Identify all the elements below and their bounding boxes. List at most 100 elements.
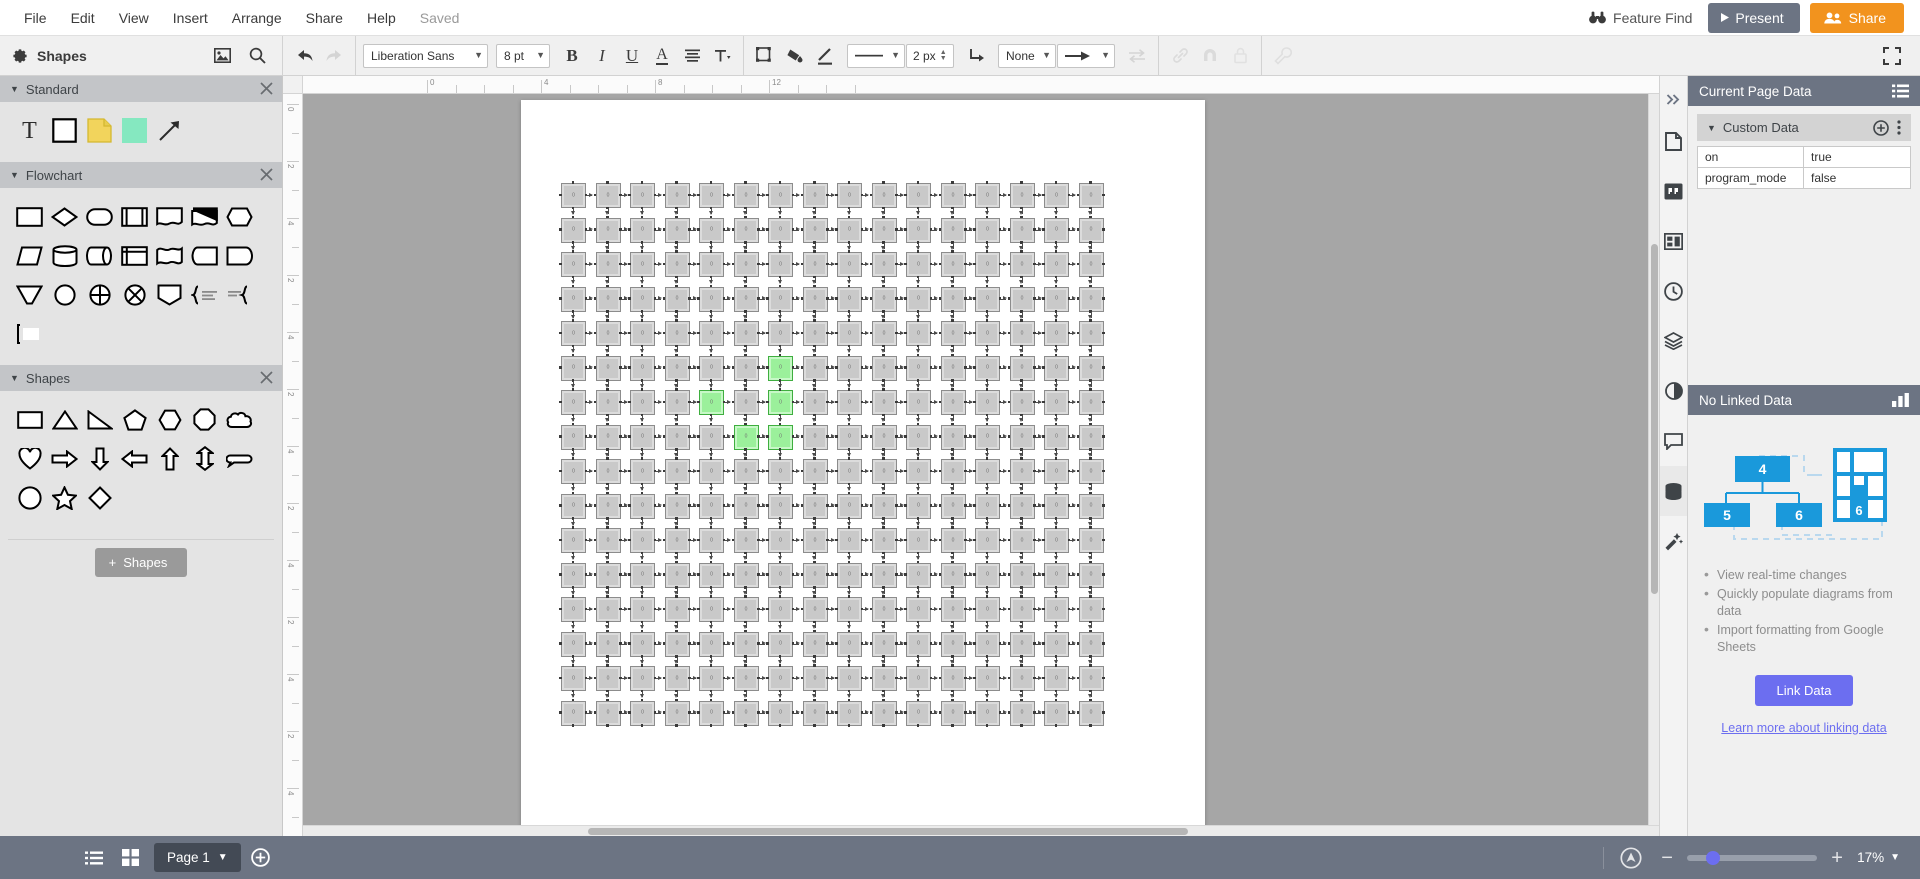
- insert-image-icon[interactable]: [209, 43, 235, 69]
- comments-quote-icon[interactable]: [1660, 166, 1688, 216]
- connection-point[interactable]: [709, 724, 713, 727]
- connection-point[interactable]: [766, 607, 769, 611]
- grid-cell-inactive[interactable]: 0: [733, 562, 759, 588]
- connection-point[interactable]: [1020, 284, 1023, 288]
- menu-item-insert[interactable]: Insert: [161, 5, 220, 31]
- grid-cell-inactive[interactable]: 0: [1009, 321, 1035, 346]
- connection-point[interactable]: [835, 538, 838, 542]
- grid-cell-inactive[interactable]: 0: [561, 597, 586, 622]
- connection-point[interactable]: [835, 193, 838, 197]
- grid-cell[interactable]: 0: [867, 523, 904, 560]
- grid-cell-inactive[interactable]: 0: [595, 183, 621, 208]
- grid-cell-inactive[interactable]: 0: [1009, 286, 1035, 312]
- grid-cell[interactable]: 0: [832, 696, 869, 731]
- grid-cell-inactive[interactable]: 0: [561, 666, 586, 691]
- shape-extract[interactable]: [152, 275, 187, 314]
- connection-point[interactable]: [916, 629, 920, 633]
- grid-cell[interactable]: 0: [970, 385, 1007, 422]
- connection-point[interactable]: [709, 698, 713, 702]
- grid-cell[interactable]: 0: [591, 627, 628, 664]
- edge-style-button[interactable]: [962, 42, 990, 70]
- connection-point[interactable]: [1020, 560, 1023, 564]
- connection-point[interactable]: [559, 331, 562, 335]
- grid-cell[interactable]: 0: [591, 696, 628, 731]
- grid-cell-inactive[interactable]: 0: [975, 424, 1000, 450]
- grid-cell-inactive[interactable]: 0: [561, 493, 586, 519]
- grid-cell[interactable]: 0: [901, 316, 938, 353]
- grid-cell-inactive[interactable]: 0: [1044, 493, 1069, 519]
- grid-cell-inactive[interactable]: 0: [906, 252, 931, 277]
- connection-point[interactable]: [951, 560, 954, 564]
- connection-point[interactable]: [1076, 297, 1080, 300]
- connection-point[interactable]: [744, 560, 747, 564]
- grid-cell-inactive[interactable]: 0: [837, 286, 862, 312]
- zoom-slider[interactable]: [1687, 850, 1818, 865]
- grid-cell-inactive[interactable]: 0: [630, 390, 655, 415]
- grid-cell[interactable]: 0: [832, 420, 869, 457]
- grid-cell-inactive[interactable]: 0: [699, 666, 724, 691]
- section-header-standard[interactable]: ▼ Standard: [0, 76, 282, 102]
- grid-cell-inactive[interactable]: 0: [595, 424, 621, 450]
- grid-cell[interactable]: 0: [901, 420, 938, 457]
- grid-cell[interactable]: 0: [729, 454, 766, 491]
- connection-point[interactable]: [847, 250, 851, 253]
- grid-cell-inactive[interactable]: 0: [595, 217, 621, 243]
- grid-cell-inactive[interactable]: 0: [768, 666, 793, 691]
- connection-point[interactable]: [813, 181, 816, 184]
- grid-cell[interactable]: 0: [901, 213, 938, 250]
- grid-cell[interactable]: 0: [1074, 454, 1109, 491]
- grid-cell-inactive[interactable]: 0: [871, 252, 897, 277]
- grid-cell[interactable]: 0: [694, 213, 731, 250]
- connection-point[interactable]: [882, 215, 885, 219]
- connection-point[interactable]: [882, 629, 885, 633]
- grid-cell[interactable]: 0: [798, 627, 835, 664]
- connection-point[interactable]: [951, 664, 954, 667]
- grid-cell[interactable]: 0: [867, 454, 904, 491]
- grid-cell-inactive[interactable]: 0: [1044, 562, 1069, 588]
- connection-point[interactable]: [571, 388, 575, 391]
- connection-point[interactable]: [1054, 491, 1058, 495]
- grid-cell-inactive[interactable]: 0: [1044, 424, 1069, 450]
- connection-point[interactable]: [662, 711, 666, 714]
- grid-cell[interactable]: 0: [763, 213, 800, 250]
- connection-point[interactable]: [628, 573, 631, 576]
- grid-cell[interactable]: 0: [625, 247, 662, 284]
- grid-cell-inactive[interactable]: 0: [1078, 321, 1104, 346]
- connection-point[interactable]: [675, 181, 678, 184]
- grid-cell[interactable]: 0: [660, 489, 697, 526]
- connection-point[interactable]: [628, 228, 631, 231]
- grid-cell-inactive[interactable]: 0: [595, 631, 621, 657]
- grid-cell[interactable]: 0: [970, 351, 1007, 388]
- more-options-icon[interactable]: [1897, 120, 1901, 135]
- table-row[interactable]: on true: [1698, 147, 1910, 168]
- connection-point[interactable]: [813, 526, 816, 529]
- grid-cell[interactable]: 0: [591, 385, 628, 422]
- connection-point[interactable]: [985, 698, 989, 702]
- connection-point[interactable]: [869, 676, 873, 680]
- grid-cell-inactive[interactable]: 0: [768, 217, 793, 243]
- connection-point[interactable]: [628, 711, 631, 714]
- connection-point[interactable]: [1042, 228, 1045, 231]
- grid-cell[interactable]: 0: [970, 454, 1007, 491]
- add-page-icon[interactable]: [245, 843, 277, 873]
- connection-point[interactable]: [882, 595, 885, 598]
- grid-cell[interactable]: 0: [625, 627, 662, 664]
- connection-point[interactable]: [985, 353, 989, 357]
- grid-cell-inactive[interactable]: 0: [561, 459, 586, 484]
- grid-cell[interactable]: 0: [591, 247, 628, 284]
- grid-cell[interactable]: 0: [798, 420, 835, 457]
- grid-cell[interactable]: 0: [694, 282, 731, 319]
- connection-point[interactable]: [697, 193, 700, 197]
- grid-cell-inactive[interactable]: 0: [561, 183, 586, 208]
- connection-point[interactable]: [938, 642, 942, 645]
- connection-point[interactable]: [951, 284, 954, 288]
- grid-cell[interactable]: 0: [556, 696, 593, 731]
- connection-point[interactable]: [593, 642, 597, 645]
- connection-point[interactable]: [1089, 353, 1092, 357]
- connection-point[interactable]: [1102, 366, 1105, 369]
- grid-cell-inactive[interactable]: 0: [1044, 390, 1069, 415]
- grid-cell-inactive[interactable]: 0: [1078, 183, 1104, 208]
- grid-cell[interactable]: 0: [591, 316, 628, 353]
- connection-point[interactable]: [675, 724, 678, 727]
- grid-cell[interactable]: 0: [936, 420, 973, 457]
